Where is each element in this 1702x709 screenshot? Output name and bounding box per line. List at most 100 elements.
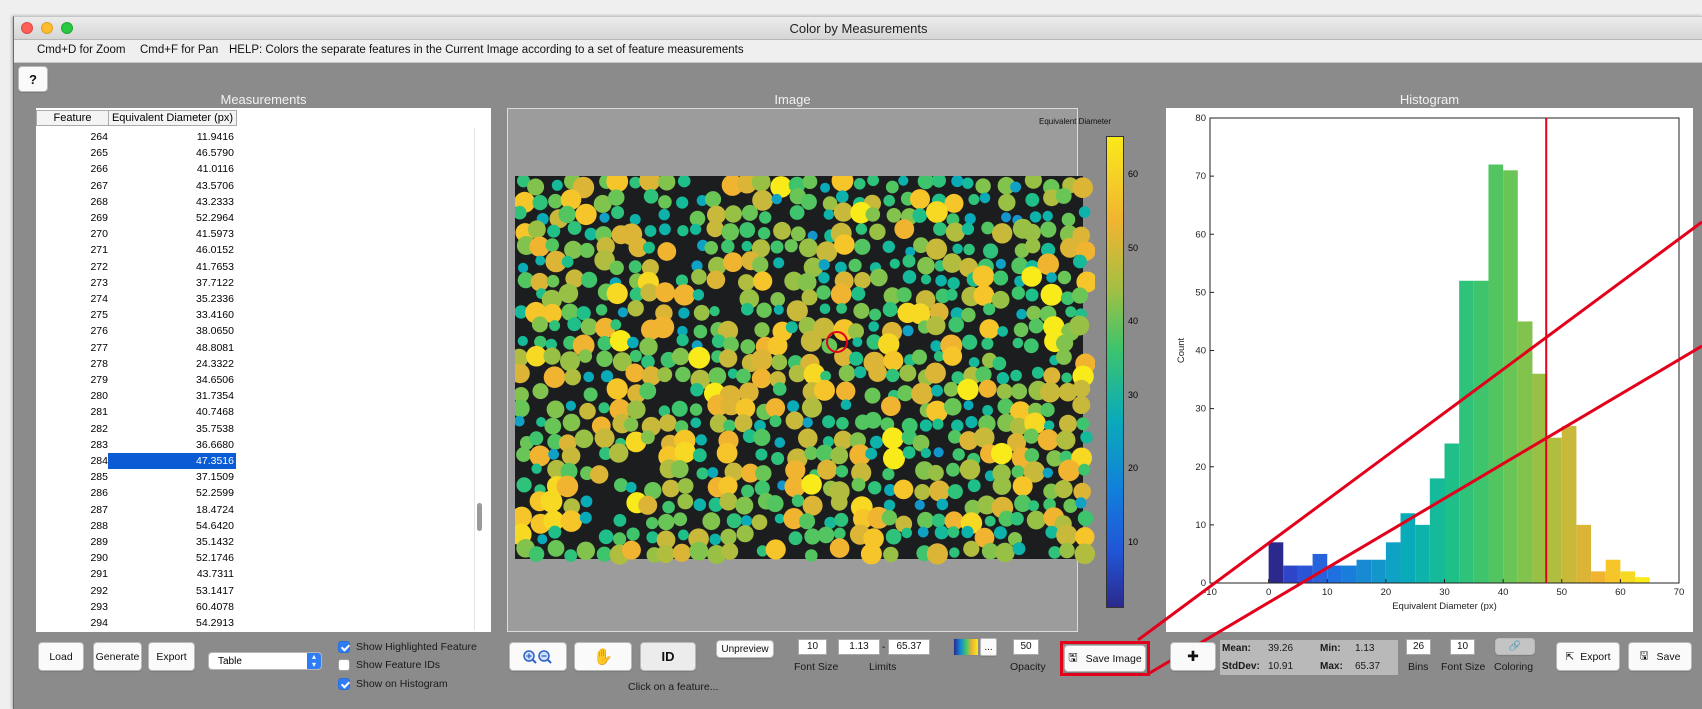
feature-particle[interactable] bbox=[997, 326, 1008, 337]
feature-particle[interactable] bbox=[869, 223, 886, 240]
zoom-button[interactable] bbox=[509, 642, 567, 671]
feature-particle[interactable] bbox=[995, 258, 1006, 269]
cell-feature[interactable]: 282 bbox=[36, 423, 108, 435]
feature-particle[interactable] bbox=[1072, 396, 1091, 414]
feature-particle[interactable] bbox=[693, 324, 708, 339]
table-row[interactable]: 281 40.7468 bbox=[36, 404, 236, 420]
feature-particle[interactable] bbox=[695, 434, 707, 446]
cell-diameter[interactable]: 46.0152 bbox=[108, 242, 236, 258]
feature-particle[interactable] bbox=[544, 417, 562, 435]
feature-particle[interactable] bbox=[531, 463, 542, 474]
feature-particle[interactable] bbox=[656, 545, 675, 563]
table-scrollbar[interactable] bbox=[474, 128, 485, 630]
feature-particle[interactable] bbox=[853, 178, 866, 190]
bins-input[interactable]: 26 bbox=[1406, 639, 1431, 655]
feature-particle[interactable] bbox=[947, 526, 960, 538]
feature-particle[interactable] bbox=[951, 419, 964, 432]
table-row[interactable]: 267 43.5706 bbox=[36, 178, 236, 194]
menu-help-text[interactable]: HELP: Colors the separate features in th… bbox=[229, 44, 744, 56]
feature-particle[interactable] bbox=[801, 474, 822, 495]
feature-particle[interactable] bbox=[882, 240, 895, 253]
feature-particle[interactable] bbox=[883, 546, 899, 563]
feature-particle[interactable] bbox=[1057, 270, 1072, 285]
feature-particle[interactable] bbox=[527, 220, 546, 239]
feature-particle[interactable] bbox=[868, 363, 887, 382]
feature-particle[interactable] bbox=[967, 479, 981, 493]
feature-particle[interactable] bbox=[755, 465, 772, 482]
feature-particle[interactable] bbox=[753, 428, 771, 446]
feature-particle[interactable] bbox=[690, 383, 704, 397]
feature-particle[interactable] bbox=[830, 283, 852, 305]
feature-particle[interactable] bbox=[677, 478, 694, 494]
feature-particle[interactable] bbox=[933, 447, 944, 458]
feature-particle[interactable] bbox=[766, 495, 784, 513]
feature-particle[interactable] bbox=[709, 533, 721, 546]
feature-particle[interactable] bbox=[1072, 379, 1091, 398]
feature-particle[interactable] bbox=[854, 366, 867, 379]
feature-particle[interactable] bbox=[657, 367, 673, 383]
feature-particle[interactable] bbox=[545, 238, 559, 252]
feature-particle[interactable] bbox=[1025, 193, 1040, 207]
feature-particle[interactable] bbox=[639, 337, 658, 356]
feature-particle[interactable] bbox=[1031, 366, 1044, 379]
cell-diameter[interactable]: 35.1432 bbox=[108, 534, 236, 550]
feature-particle[interactable] bbox=[738, 274, 755, 291]
feature-particle[interactable] bbox=[567, 221, 582, 235]
feature-particle[interactable] bbox=[755, 448, 768, 461]
feature-particle[interactable] bbox=[706, 220, 724, 238]
feature-particle[interactable] bbox=[883, 350, 904, 371]
feature-particle[interactable] bbox=[947, 484, 963, 500]
feature-particle[interactable] bbox=[1016, 308, 1027, 320]
feature-particle[interactable] bbox=[883, 447, 905, 470]
cell-feature[interactable]: 293 bbox=[36, 601, 108, 613]
feature-particle[interactable] bbox=[575, 203, 597, 226]
feature-particle[interactable] bbox=[1074, 543, 1096, 565]
feature-particle[interactable] bbox=[556, 475, 579, 498]
feature-particle[interactable] bbox=[564, 549, 578, 562]
feature-particle[interactable] bbox=[1023, 428, 1039, 444]
feature-particle[interactable] bbox=[741, 484, 755, 498]
feature-particle[interactable] bbox=[767, 335, 788, 356]
feature-particle[interactable] bbox=[1001, 212, 1011, 223]
feature-particle[interactable] bbox=[800, 330, 822, 352]
feature-particle[interactable] bbox=[882, 468, 895, 481]
feature-particle[interactable] bbox=[581, 271, 598, 288]
feature-particle[interactable] bbox=[673, 512, 688, 527]
feature-particle[interactable] bbox=[535, 255, 546, 266]
feature-particle[interactable] bbox=[889, 258, 900, 269]
feature-particle[interactable] bbox=[529, 431, 544, 446]
feature-particle[interactable] bbox=[752, 271, 773, 291]
feature-particle[interactable] bbox=[1026, 510, 1046, 530]
feature-particle[interactable] bbox=[1056, 430, 1076, 450]
feature-particle[interactable] bbox=[1075, 497, 1087, 509]
feature-particle[interactable] bbox=[721, 542, 739, 560]
feature-particle[interactable] bbox=[723, 252, 743, 272]
feature-particle[interactable] bbox=[893, 479, 914, 500]
feature-particle[interactable] bbox=[628, 260, 642, 274]
table-row[interactable]: 266 41.0116 bbox=[36, 161, 236, 177]
feature-particle[interactable] bbox=[719, 492, 738, 511]
feature-particle[interactable] bbox=[643, 241, 655, 254]
feature-particle[interactable] bbox=[991, 442, 1013, 465]
feature-particle[interactable] bbox=[532, 383, 549, 400]
cell-diameter[interactable]: 24.3322 bbox=[108, 356, 236, 372]
feature-particle[interactable] bbox=[655, 282, 676, 303]
cell-diameter[interactable]: 54.6420 bbox=[108, 518, 236, 534]
feature-particle[interactable] bbox=[926, 201, 948, 223]
feature-particle[interactable] bbox=[1080, 431, 1093, 444]
limit-min-input[interactable]: 1.13 bbox=[838, 639, 880, 655]
feature-particle[interactable] bbox=[851, 477, 866, 492]
feature-particle[interactable] bbox=[836, 417, 849, 430]
feature-particle[interactable] bbox=[707, 467, 719, 478]
cell-feature[interactable]: 286 bbox=[36, 487, 108, 499]
feature-particle[interactable] bbox=[912, 208, 927, 223]
feature-particle[interactable] bbox=[518, 262, 529, 273]
cell-diameter[interactable]: 36.6680 bbox=[108, 437, 236, 453]
feature-particle[interactable] bbox=[785, 411, 804, 430]
feature-particle[interactable] bbox=[836, 303, 847, 314]
show-on-histogram-checkbox[interactable] bbox=[338, 678, 350, 690]
feature-particle[interactable] bbox=[945, 288, 958, 301]
feature-particle[interactable] bbox=[756, 302, 772, 318]
feature-particle[interactable] bbox=[818, 272, 830, 284]
feature-particle[interactable] bbox=[924, 362, 946, 384]
